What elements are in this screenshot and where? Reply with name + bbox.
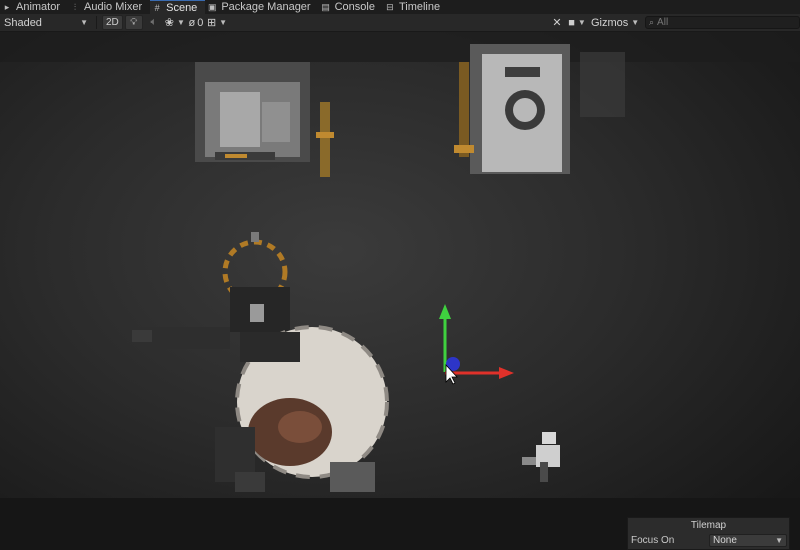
search-input[interactable]: ⌕ All: [645, 16, 800, 29]
2d-mode-label: 2D: [106, 17, 119, 28]
tab-label: Console: [334, 1, 375, 13]
gizmos-label: Gizmos: [591, 16, 629, 29]
lightbulb-icon: 💡︎: [130, 17, 138, 28]
eye-slash-icon: ø: [188, 16, 196, 29]
gizmo-x-arrow[interactable]: [499, 367, 514, 379]
chevron-down-icon: ▼: [219, 18, 228, 27]
grid-dropdown[interactable]: ⊞ ▼: [207, 15, 227, 30]
tab-scene[interactable]: # Scene: [150, 0, 206, 14]
tab-label: Timeline: [398, 1, 441, 13]
console-icon: ▤: [321, 1, 330, 12]
camera-dropdown[interactable]: ■ ▼: [568, 15, 586, 30]
tab-label: Audio Mixer: [84, 1, 143, 13]
2d-mode-toggle[interactable]: 2D: [102, 15, 123, 30]
focus-on-label: Focus On: [631, 535, 675, 546]
tools-toggle[interactable]: ✕: [548, 15, 566, 30]
package-icon: ▣: [208, 1, 217, 12]
gizmos-dropdown[interactable]: Gizmos ▼: [587, 15, 639, 30]
audio-mixer-icon: ⫶: [73, 1, 77, 12]
tab-console[interactable]: ▤ Console: [319, 0, 383, 14]
effects-dropdown[interactable]: ❀ ▼: [165, 15, 185, 30]
speaker-icon: 🔈︎: [150, 16, 158, 28]
grid-icon: ⊞: [206, 17, 217, 29]
ceiling-shadow: [0, 32, 800, 62]
tab-animator[interactable]: ▸ Animator: [0, 0, 68, 14]
tab-audio-mixer[interactable]: ⫶ Audio Mixer: [68, 0, 150, 14]
timeline-icon: ⊟: [386, 1, 394, 12]
scene-viewport[interactable]: Tilemap Focus On None ▼: [0, 32, 800, 550]
tilemap-overlay: Tilemap Focus On None ▼: [627, 517, 790, 550]
editor-tab-bar: ▸ Animator ⫶ Audio Mixer # Scene ▣ Packa…: [0, 0, 800, 14]
chevron-down-icon: ▼: [80, 18, 88, 27]
scene-artwork: [0, 32, 800, 550]
focus-on-value: None: [713, 535, 737, 546]
gizmo-y-arrow[interactable]: [439, 304, 451, 319]
camera-icon: ■: [568, 16, 575, 29]
draw-mode-value: Shaded: [4, 16, 42, 29]
hanging-banner-right: [454, 44, 625, 174]
chevron-down-icon: ▼: [775, 536, 783, 545]
tab-package-manager[interactable]: ▣ Package Manager: [205, 0, 318, 14]
hidden-objects-toggle[interactable]: ø 0: [187, 15, 205, 30]
search-icon: ⌕: [649, 17, 655, 27]
focus-on-row: Focus On None ▼: [628, 533, 789, 548]
boss-creature: [132, 232, 389, 492]
chevron-down-icon: ▼: [631, 18, 640, 27]
move-gizmo[interactable]: [439, 304, 514, 385]
tilemap-title: Tilemap: [690, 520, 727, 531]
animator-icon: ▸: [4, 1, 10, 12]
chevron-down-icon: ▼: [177, 18, 185, 27]
tab-label: Package Manager: [221, 1, 311, 13]
scene-grid-icon: #: [154, 2, 160, 13]
tab-label: Scene: [166, 1, 198, 14]
draw-mode-dropdown[interactable]: Shaded ▼: [0, 15, 92, 30]
tab-timeline[interactable]: ⊟ Timeline: [383, 0, 448, 14]
scene-toolbar: Shaded ▼ 2D 💡︎ 🔈︎ ❀ ▼ ø 0 ⊞ ▼ ✕ ■ ▼ Gizm…: [0, 14, 800, 32]
hidden-count: 0: [197, 16, 204, 29]
focus-on-dropdown[interactable]: None ▼: [709, 534, 787, 547]
lighting-toggle[interactable]: 💡︎: [124, 15, 143, 30]
effects-icon: ❀: [164, 17, 175, 29]
toolbar-divider: [96, 16, 97, 29]
tab-label: Animator: [16, 1, 61, 13]
hanging-banner-left: [195, 62, 334, 177]
chevron-down-icon: ▼: [577, 18, 586, 27]
search-placeholder: All: [657, 17, 669, 28]
audio-toggle[interactable]: 🔈︎: [145, 15, 163, 30]
player-character: [522, 432, 560, 482]
crossed-tools-icon: ✕: [552, 17, 562, 29]
